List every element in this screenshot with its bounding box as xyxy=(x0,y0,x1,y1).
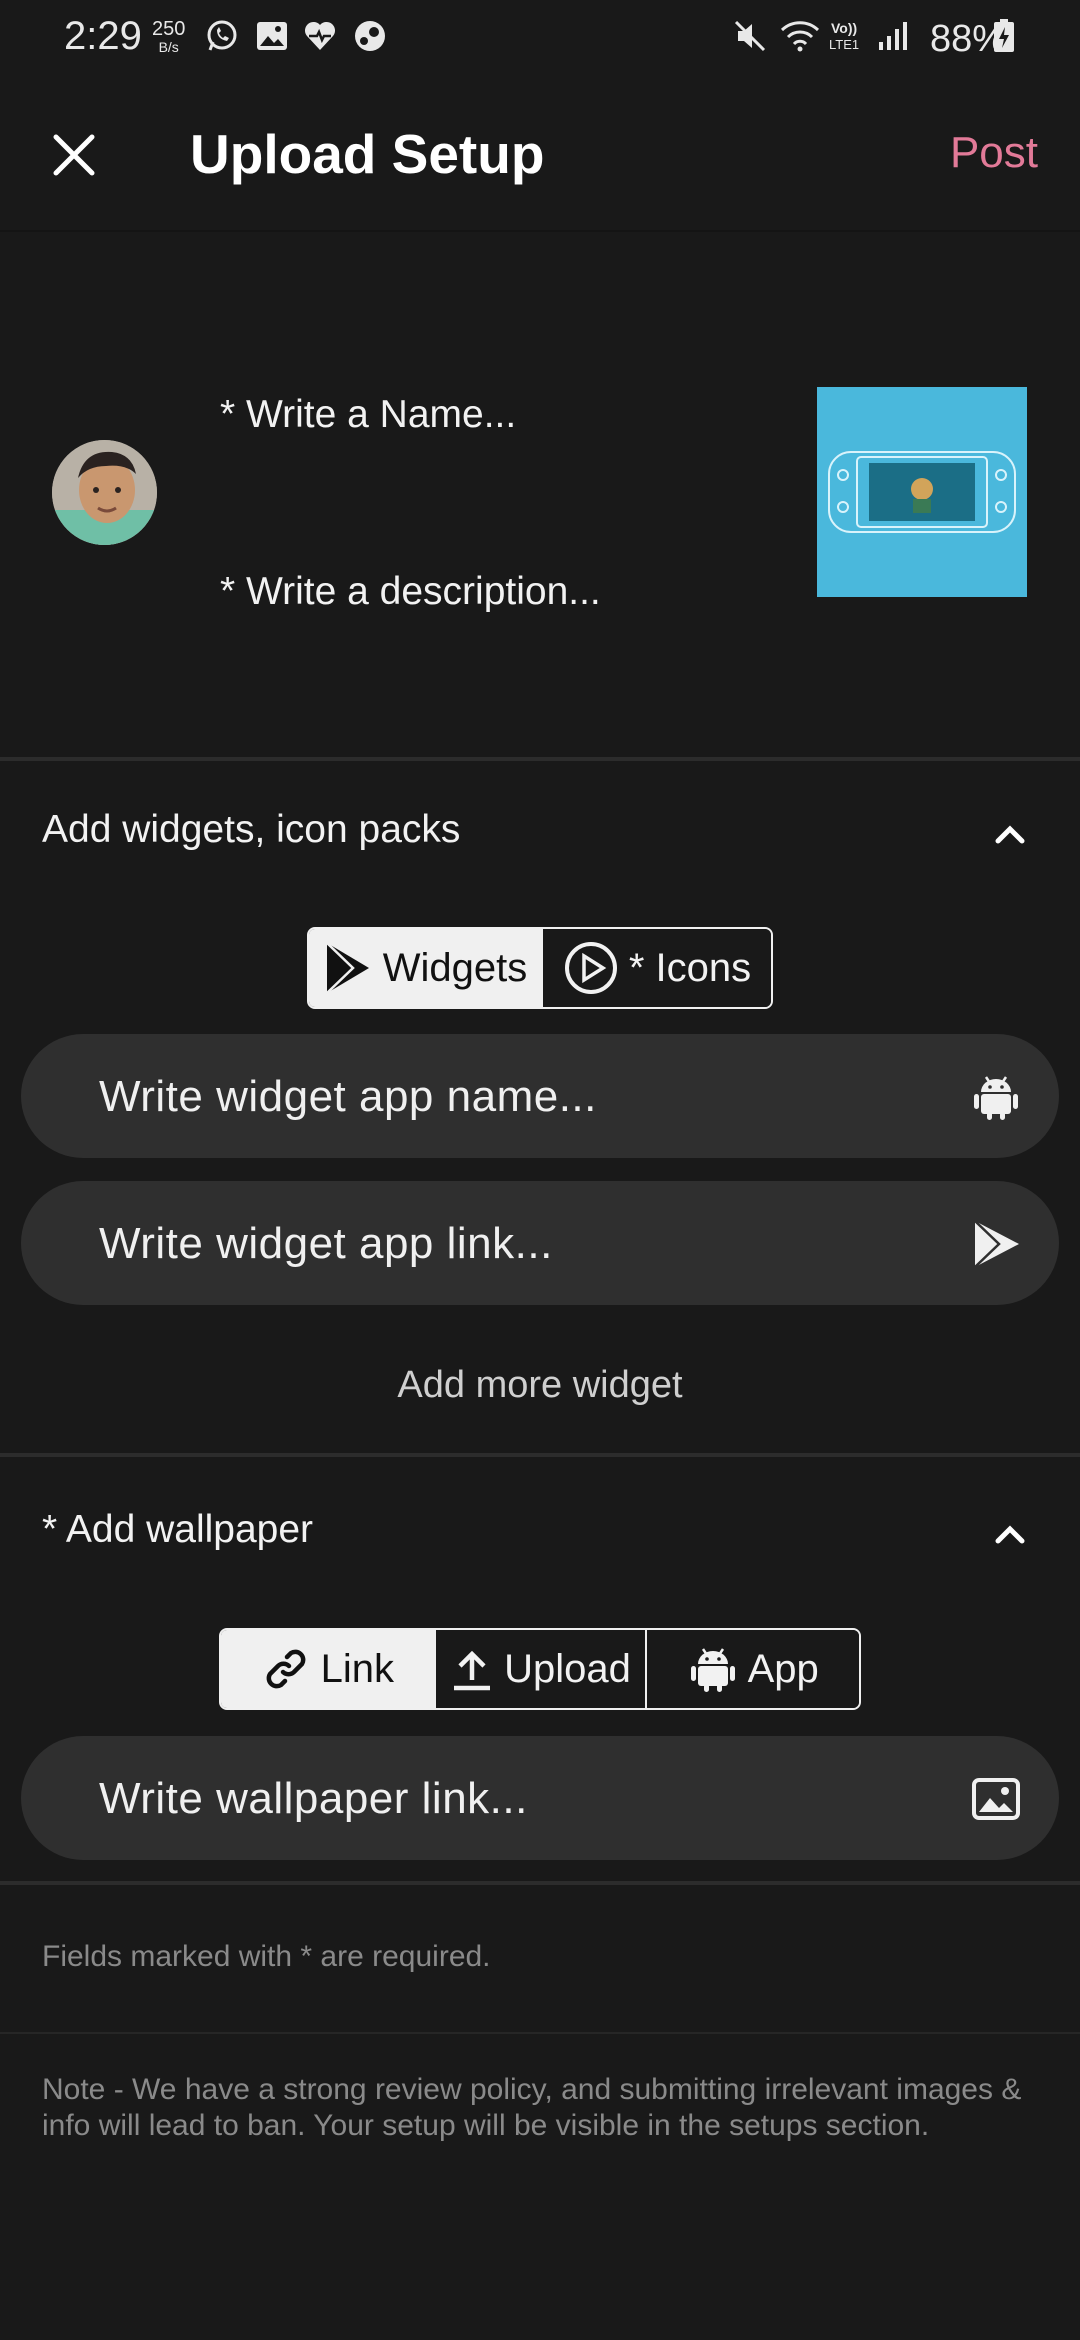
network-speed-value: 250 xyxy=(152,18,186,40)
tab-link-label: Link xyxy=(320,1646,395,1691)
wallpaper-section-title: * Add wallpaper xyxy=(42,1508,314,1551)
review-policy-note: Note - We have a strong review policy, a… xyxy=(42,2073,1022,2142)
status-time: 2:29 xyxy=(64,14,142,58)
wifi-icon xyxy=(780,21,820,52)
play-store-icon xyxy=(974,1220,1019,1268)
description-input[interactable]: * Write a description... xyxy=(220,570,601,614)
steam-icon xyxy=(355,21,385,51)
widgets-toggle: Widgets * Icons xyxy=(307,927,773,1009)
wallpaper-link-placeholder: Write wallpaper link... xyxy=(99,1774,528,1823)
avatar[interactable] xyxy=(52,440,157,545)
section-divider xyxy=(0,1453,1080,1457)
tab-link[interactable]: Link xyxy=(221,1630,434,1708)
tab-widgets[interactable]: Widgets xyxy=(309,929,541,1007)
whatsapp-icon xyxy=(207,20,237,51)
tab-upload-label: Upload xyxy=(504,1646,631,1691)
required-fields-note: Fields marked with * are required. xyxy=(42,1940,491,1973)
name-input[interactable]: * Write a Name... xyxy=(220,393,516,437)
tab-icons-label: * Icons xyxy=(628,945,752,990)
tab-widgets-label: Widgets xyxy=(382,945,528,990)
health-icon xyxy=(304,21,336,50)
section-divider xyxy=(0,757,1080,761)
battery-charging-icon xyxy=(994,19,1014,52)
tab-app-label: App xyxy=(747,1646,819,1691)
page-title: Upload Setup xyxy=(190,123,545,185)
chevron-up-icon[interactable] xyxy=(990,815,1030,855)
app-bar: Upload Setup Post xyxy=(0,80,1080,232)
setup-thumbnail[interactable] xyxy=(817,387,1027,597)
section-divider xyxy=(0,1881,1080,1885)
avatar-image xyxy=(52,440,157,545)
tab-upload[interactable]: Upload xyxy=(433,1630,646,1708)
volte-icon: Vo)) LTE1 xyxy=(829,20,859,52)
svg-text:Vo)): Vo)) xyxy=(831,20,857,36)
network-speed: 250 B/s xyxy=(152,18,186,56)
post-button[interactable]: Post xyxy=(950,128,1038,178)
wallpaper-link-input[interactable]: Write wallpaper link... xyxy=(21,1736,1059,1860)
play-circle-icon xyxy=(564,942,617,994)
upload-icon xyxy=(454,1650,491,1691)
network-speed-unit: B/s xyxy=(158,39,179,55)
widget-app-name-placeholder: Write widget app name... xyxy=(99,1072,597,1121)
widgets-section-title: Add widgets, icon packs xyxy=(42,808,461,851)
android-icon xyxy=(974,1076,1018,1120)
widget-app-link-input[interactable]: Write widget app link... xyxy=(21,1181,1059,1305)
play-store-icon xyxy=(325,942,369,994)
wallpaper-source-toggle: Link Upload App xyxy=(219,1628,861,1710)
signal-icon xyxy=(879,22,907,50)
widget-app-name-input[interactable]: Write widget app name... xyxy=(21,1034,1059,1158)
gallery-icon xyxy=(257,22,287,50)
tab-app[interactable]: App xyxy=(645,1630,859,1708)
footer-separator xyxy=(0,2032,1080,2034)
image-icon xyxy=(972,1778,1020,1820)
add-more-widget-button[interactable]: Add more widget xyxy=(0,1364,1080,1407)
android-icon xyxy=(690,1648,735,1692)
chevron-up-icon[interactable] xyxy=(990,1515,1030,1555)
mute-icon xyxy=(734,20,766,52)
link-icon xyxy=(266,1649,306,1689)
tab-icons[interactable]: * Icons xyxy=(540,929,771,1007)
svg-text:LTE1: LTE1 xyxy=(829,37,859,52)
close-icon[interactable] xyxy=(44,125,104,185)
widget-app-link-placeholder: Write widget app link... xyxy=(99,1219,553,1268)
thumbnail-image xyxy=(817,387,1027,597)
status-bar: 2:29 250 B/s Vo)) LTE1 88% xyxy=(0,0,1080,80)
